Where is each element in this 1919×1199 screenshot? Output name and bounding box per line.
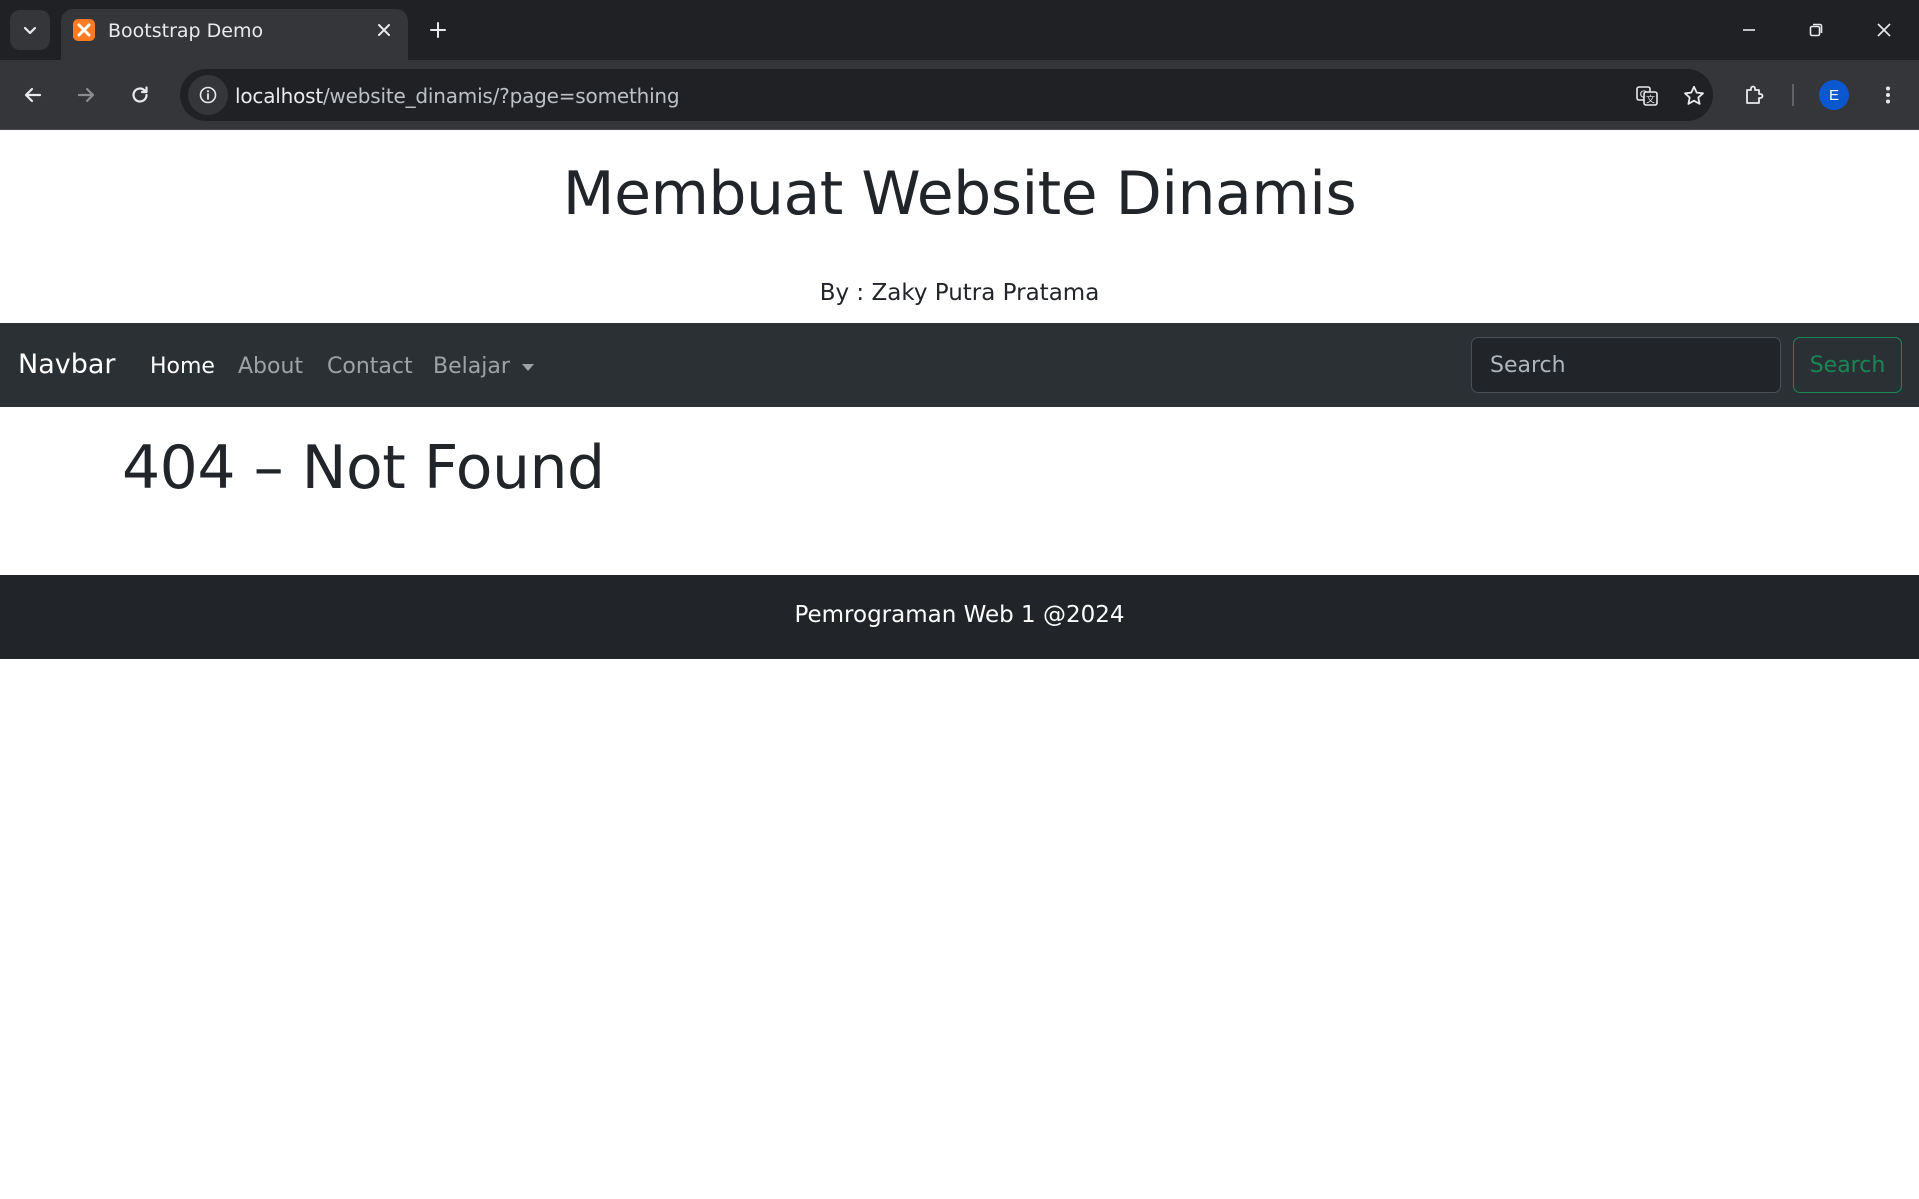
restore-icon[interactable] xyxy=(1783,0,1849,60)
address-bar[interactable]: localhost/website_dinamis/?page=somethin… xyxy=(180,69,1713,121)
tab-title: Bootstrap Demo xyxy=(108,20,264,42)
browser-tab-active[interactable]: Bootstrap Demo xyxy=(61,9,408,60)
toolbar-divider xyxy=(1792,84,1794,106)
nav-link-home[interactable]: Home xyxy=(150,354,215,379)
profile-avatar[interactable]: E xyxy=(1819,80,1849,110)
close-window-icon[interactable] xyxy=(1851,0,1917,60)
back-icon[interactable] xyxy=(13,75,53,115)
error-heading: 404 – Not Found xyxy=(122,433,605,503)
reload-icon[interactable] xyxy=(120,75,160,115)
caret-down-icon xyxy=(521,363,534,371)
svg-text:文: 文 xyxy=(1646,94,1655,106)
minimize-icon[interactable] xyxy=(1716,0,1782,60)
web-page: Membuat Website Dinamis By : Zaky Putra … xyxy=(0,131,1919,1199)
xampp-icon xyxy=(73,19,95,41)
footer-text: Pemrograman Web 1 @2024 xyxy=(794,602,1125,628)
tab-close-icon[interactable] xyxy=(372,18,396,42)
navbar: Navbar Home About Contact Belajar Search xyxy=(0,323,1919,407)
tab-search-button[interactable] xyxy=(10,10,50,50)
nav-link-contact[interactable]: Contact xyxy=(327,354,413,379)
nav-dropdown-belajar-label: Belajar xyxy=(433,354,510,379)
translate-icon[interactable]: G文 xyxy=(1630,79,1664,113)
navbar-brand[interactable]: Navbar xyxy=(18,349,116,380)
new-tab-icon[interactable] xyxy=(420,12,456,48)
forward-icon[interactable] xyxy=(66,75,106,115)
browser-toolbar: localhost/website_dinamis/?page=somethin… xyxy=(0,60,1919,130)
address-url: localhost/website_dinamis/?page=somethin… xyxy=(235,84,680,108)
more-menu-icon[interactable] xyxy=(1868,75,1908,115)
search-button[interactable]: Search xyxy=(1793,337,1902,393)
site-author: By : Zaky Putra Pratama xyxy=(819,280,1100,306)
site-title: Membuat Website Dinamis xyxy=(562,159,1357,229)
nav-link-about[interactable]: About xyxy=(238,354,303,379)
chevron-down-icon xyxy=(23,26,37,35)
search-input[interactable] xyxy=(1471,337,1781,393)
footer: Pemrograman Web 1 @2024 xyxy=(0,575,1919,659)
address-path: /website_dinamis/?page=something xyxy=(322,84,680,108)
extensions-icon[interactable] xyxy=(1734,75,1774,115)
site-info-icon[interactable] xyxy=(188,75,228,115)
nav-dropdown-belajar[interactable]: Belajar xyxy=(433,354,534,379)
browser-tabstrip: Bootstrap Demo xyxy=(0,0,1919,60)
bookmark-star-icon[interactable] xyxy=(1677,79,1711,113)
address-host: localhost xyxy=(235,84,323,108)
